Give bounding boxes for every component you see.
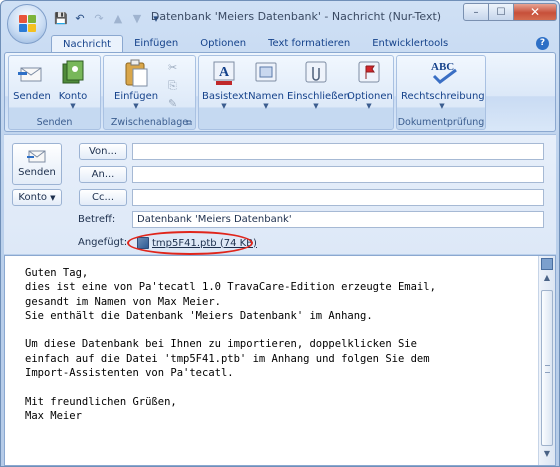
group-label-dokumentpruefung: Dokumentprüfung [397,117,485,128]
ribbon-einschliessen-label: Einschließen [287,91,350,102]
body-line: Mit freundlichen Grüßen, [25,395,177,408]
ribbon-basistext-button[interactable]: A Basistext ▼ [202,59,248,110]
tab-entwicklertools[interactable]: Entwicklertools [361,35,459,53]
ribbon-group-dokumentpruefung: ABC Rechtschreibung ▼ Dokumentprüfung [396,55,486,130]
send-button[interactable]: Senden [12,143,62,185]
chevron-down-icon: ▼ [263,102,269,110]
dialog-launcher-icon[interactable]: ⧉ [186,118,192,128]
group-label-zwischenablage: Zwischenablage [110,117,189,128]
ribbon-group-tools: A Basistext ▼ Namen ▼ Einschließen ▼ Opt… [198,55,394,130]
copy-icon[interactable]: ⎘ [168,79,177,93]
account-dropdown-label: Konto [18,192,47,203]
chevron-down-icon: ▼ [50,194,56,202]
scrollbar-thumb[interactable] [541,290,553,446]
svg-text:ABC: ABC [431,61,454,73]
body-line: dies ist eine von Pa'tecatl 1.0 TravaCar… [25,281,436,294]
tab-einfuegen[interactable]: Einfügen [123,35,189,53]
close-button[interactable]: ✕ [514,3,557,21]
attached-label: Angefügt: [78,237,128,248]
chevron-down-icon: ▼ [221,102,227,110]
ribbon-basistext-label: Basistext [202,91,248,102]
body-line [25,323,436,337]
message-body[interactable]: Guten Tag, dies ist eine von Pa'tecatl 1.… [4,255,556,466]
ribbon-paste-button[interactable]: Einfügen ▼ [114,59,158,110]
chevron-down-icon: ▼ [313,102,319,110]
ribbon-account-label: Konto [58,91,88,102]
attachment-highlight-circle [127,231,253,255]
message-body-text: Guten Tag, dies ist eine von Pa'tecatl 1.… [25,266,436,423]
ribbon-rechtschreibung-button[interactable]: ABC Rechtschreibung ▼ [401,59,485,110]
office-logo-icon [19,15,37,33]
ribbon-namen-label: Namen [248,91,284,102]
address-book-icon [252,59,280,87]
body-line: Um diese Datenbank bei Ihnen zu importie… [25,338,417,351]
body-line: einfach auf die Datei 'tmp5F41.ptb' im A… [25,352,430,365]
scroll-down-icon[interactable]: ▼ [540,449,554,463]
subject-label: Betreff: [78,214,116,225]
tab-text-formatieren[interactable]: Text formatieren [257,35,361,53]
paste-icon [122,59,150,87]
subject-field[interactable]: Datenbank 'Meiers Datenbank' [132,211,544,228]
maximize-button[interactable]: ☐ [489,3,514,21]
body-line: gesandt im Namen von Max Meier. [25,295,221,308]
grip-icon [545,365,550,373]
body-line [25,380,436,394]
send-mail-icon [18,59,46,87]
format-painter-icon[interactable]: ✎ [168,97,177,110]
cut-icon[interactable]: ✂ [168,61,177,74]
spell-check-icon: ABC [428,59,457,87]
vertical-scrollbar[interactable]: ▲ ▼ [538,256,555,465]
attach-file-icon [302,59,330,87]
ribbon-send-label: Senden [13,91,51,102]
ribbon-account-button[interactable]: Konto ▼ [53,59,93,110]
body-line: Guten Tag, [25,267,89,279]
ribbon-paste-label: Einfügen [114,91,159,102]
cc-button[interactable]: Cc... [79,189,127,206]
from-field[interactable] [132,143,544,160]
minimize-button[interactable]: – [463,3,489,21]
ribbon-optionen-label: Optionen [347,91,393,102]
von-button[interactable]: Von... [79,143,127,160]
ribbon-group-senden: Senden Konto ▼ Senden [8,55,101,130]
ribbon-namen-button[interactable]: Namen ▼ [247,59,285,110]
tab-nachricht[interactable]: Nachricht [51,35,124,53]
an-button[interactable]: An... [79,166,127,183]
help-icon[interactable]: ? [536,37,549,50]
account-icon [59,59,87,87]
office-button[interactable] [7,4,47,44]
flag-icon [355,59,383,87]
chevron-down-icon: ▼ [439,102,445,110]
ribbon-tabs: Nachricht Einfügen Optionen Text formati… [51,35,459,53]
body-line: Max Meier [25,409,82,422]
body-line: Import-Assistenten von Pa'tecatl. [25,367,234,380]
ribbon-einschliessen-button[interactable]: Einschließen ▼ [287,59,350,110]
send-button-label: Senden [18,167,56,178]
send-envelope-icon [27,149,47,165]
ribbon: Senden Konto ▼ Senden Einfügen ▼ ✂ ⎘ ✎ Z… [4,52,556,132]
cc-field[interactable] [132,189,544,206]
group-label-senden: Senden [36,117,73,128]
chevron-down-icon: ▼ [366,102,372,110]
svg-text:A: A [219,65,230,80]
window-controls: – ☐ ✕ [463,3,557,21]
chevron-down-icon: ▼ [133,102,139,110]
ribbon-rechtschreibung-label: Rechtschreibung [401,91,485,102]
chevron-down-icon: ▼ [70,102,76,110]
title-bar: 💾 ↶ ↷ ▲ ▼ ▾ Datenbank 'Meiers Datenbank'… [1,1,559,44]
ribbon-optionen-button[interactable]: Optionen ▼ [347,59,393,110]
body-line: Sie enthält die Datenbank 'Meiers Datenb… [25,309,373,322]
tab-optionen[interactable]: Optionen [189,35,257,53]
to-field[interactable] [132,166,544,183]
ruler-icon[interactable] [541,258,553,270]
outlook-message-window: 💾 ↶ ↷ ▲ ▼ ▾ Datenbank 'Meiers Datenbank'… [0,0,560,467]
account-dropdown[interactable]: Konto ▼ [12,189,62,206]
message-header: Senden Konto ▼ Von... An... Cc... Betref… [4,134,556,255]
ribbon-send-button[interactable]: Senden [13,59,51,102]
font-color-icon: A [210,59,238,87]
scroll-up-icon[interactable]: ▲ [540,273,554,287]
ribbon-group-zwischenablage: Einfügen ▼ ✂ ⎘ ✎ Zwischenablage ⧉ [103,55,196,130]
